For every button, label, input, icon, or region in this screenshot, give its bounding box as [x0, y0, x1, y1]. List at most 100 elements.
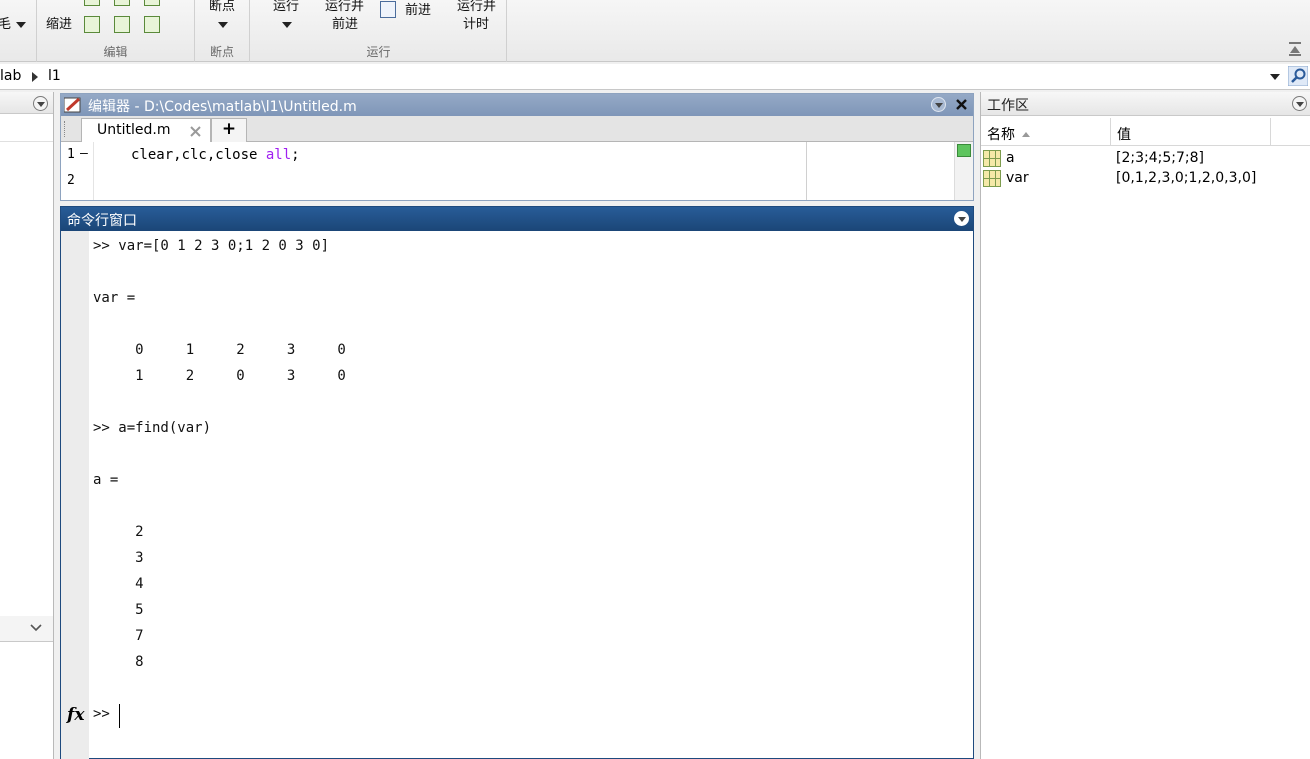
code-line[interactable]: clear,clc,close all; — [131, 147, 300, 163]
code-text: clear,clc,close — [131, 147, 266, 163]
indent-decrease-icon[interactable] — [144, 16, 160, 33]
panel-actions-icon[interactable] — [33, 96, 48, 111]
close-icon[interactable] — [955, 98, 968, 111]
command-line: 1 2 0 3 0 — [93, 368, 346, 384]
line-number: 1 — [67, 147, 75, 162]
breakpoint-section: 断点 断点 — [195, 0, 250, 62]
workspace-title: 工作区 — [987, 98, 1029, 114]
workspace-actions-icon[interactable] — [1292, 96, 1307, 111]
variable-value: [2;3;4;5;7;8] — [1116, 150, 1204, 166]
column-header-name[interactable]: 名称 — [981, 118, 1111, 146]
advance-icon[interactable] — [380, 1, 396, 18]
command-line: 5 — [93, 602, 144, 618]
toolstrip: 毛 缩进 编辑 断点 断点 运行 运行并 前进 前进 运行并 计时 运行 — [0, 0, 1310, 62]
comment-icon[interactable] — [84, 16, 100, 33]
tab-untitled[interactable]: Untitled.m — [81, 118, 211, 142]
current-folder-bar[interactable]: lab l1 — [0, 64, 1310, 90]
run-time-button-line1[interactable]: 运行并 — [457, 0, 496, 15]
variable-name: a — [1006, 150, 1015, 166]
breakpoint-button[interactable]: 断点 — [209, 0, 235, 15]
command-window-actions-icon[interactable] — [954, 211, 969, 226]
variable-row[interactable]: a [2;3;4;5;7;8] — [981, 149, 1310, 169]
analyzer-status-icon[interactable] — [957, 144, 971, 157]
collapse-toolstrip-icon[interactable] — [1288, 42, 1302, 56]
run-button[interactable]: 运行 — [273, 0, 299, 15]
chevron-down-icon[interactable] — [30, 624, 42, 632]
editor-titlebar: 编辑器 - D:\Codes\matlab\l1\Untitled.m — [61, 94, 973, 116]
command-line: 0 1 2 3 0 — [93, 342, 346, 358]
command-line: >> a=find(var) — [93, 420, 212, 436]
right-margin-line — [806, 142, 807, 200]
workspace-header: 工作区 — [981, 92, 1310, 116]
editor-tab-bar: Untitled.m + — [61, 116, 973, 142]
command-line: a = — [93, 472, 119, 488]
gutter-divider — [93, 142, 94, 200]
indent-increase-icon[interactable] — [114, 16, 130, 33]
variable-row[interactable]: var [0,1,2,3,0;1,2,0,3,0] — [981, 169, 1310, 189]
new-tab-button[interactable]: + — [211, 118, 247, 142]
column-header-extra — [1271, 118, 1310, 146]
line-number: 2 — [67, 173, 75, 188]
smart-indent-icon[interactable] — [84, 0, 100, 6]
function-browser-icon[interactable]: fx — [67, 705, 84, 725]
edit-section: 缩进 编辑 — [37, 0, 195, 62]
editor-actions-icon[interactable] — [931, 97, 946, 112]
search-icon[interactable] — [1288, 66, 1308, 86]
column-header-value[interactable]: 值 — [1111, 118, 1271, 146]
run-dropdown-icon[interactable] — [282, 22, 292, 28]
tab-grip[interactable] — [64, 121, 66, 137]
code-string: all — [265, 147, 292, 163]
code-tail: ; — [291, 147, 300, 163]
current-folder-panel — [0, 92, 54, 759]
column-name-label: 名称 — [987, 127, 1015, 143]
wrap-icon[interactable] — [114, 0, 130, 6]
breakpoint-dropdown-icon[interactable] — [218, 22, 228, 28]
run-section-label: 运行 — [366, 45, 391, 59]
breadcrumb-separator-icon — [32, 72, 38, 82]
breadcrumb-folder-current[interactable]: l1 — [48, 68, 61, 84]
matrix-variable-icon — [983, 170, 1001, 187]
variable-value: [0,1,2,3,0;1,2,0,3,0] — [1116, 170, 1257, 186]
current-folder-header — [0, 92, 53, 114]
chevron-down-icon[interactable] — [16, 22, 26, 28]
run-advance-button-line2[interactable]: 前进 — [332, 16, 358, 33]
command-window: 命令行窗口 >> var=[0 1 2 3 0;1 2 0 3 0] var =… — [60, 206, 974, 759]
command-window-title: 命令行窗口 — [67, 213, 137, 229]
details-header[interactable] — [0, 616, 53, 642]
tab-label: Untitled.m — [97, 122, 171, 138]
command-line: 2 — [93, 524, 144, 540]
executable-line-marker[interactable]: — — [80, 146, 88, 161]
editor-pencil-icon — [64, 97, 81, 113]
run-time-button-line2[interactable]: 计时 — [463, 16, 489, 33]
breadcrumb-folder[interactable]: lab — [0, 68, 21, 84]
editor-title-text: 编辑器 - D:\Codes\matlab\l1\Untitled.m — [88, 99, 357, 115]
command-window-titlebar: 命令行窗口 — [61, 207, 973, 231]
tab-close-icon[interactable] — [190, 126, 201, 137]
partial-button-label[interactable]: 毛 — [0, 16, 11, 33]
editor-window: 编辑器 - D:\Codes\matlab\l1\Untitled.m Unti… — [60, 93, 974, 201]
command-input[interactable] — [115, 703, 965, 729]
command-line: var = — [93, 290, 136, 306]
command-line: >> var=[0 1 2 3 0;1 2 0 3 0] — [93, 238, 330, 254]
divider — [0, 141, 53, 142]
breakpoint-section-label: 断点 — [209, 45, 234, 59]
command-gutter — [61, 231, 89, 759]
toolstrip-partial-section: 毛 — [0, 0, 37, 62]
command-line: 4 — [93, 576, 144, 592]
run-section: 运行 运行并 前进 前进 运行并 计时 运行 — [250, 0, 507, 62]
command-prompt: >> — [93, 706, 110, 722]
command-line: 7 — [93, 628, 144, 644]
indent-button[interactable]: 缩进 — [46, 16, 72, 33]
matrix-variable-icon — [983, 150, 1001, 167]
address-dropdown-icon[interactable] — [1270, 74, 1280, 80]
uncomment-icon[interactable] — [144, 0, 160, 6]
variable-name: var — [1006, 170, 1029, 186]
workspace-panel: 工作区 名称 值 a [2;3;4;5;7;8] var [0,1,2,3,0;… — [980, 92, 1310, 759]
sort-ascending-icon[interactable] — [1022, 132, 1031, 137]
advance-button[interactable]: 前进 — [405, 2, 431, 19]
code-analyzer-bar[interactable] — [954, 142, 973, 200]
run-advance-button-line1[interactable]: 运行并 — [325, 0, 364, 15]
code-editor[interactable]: 1 — clear,clc,close all; 2 — [61, 142, 973, 200]
column-value-label: 值 — [1117, 127, 1131, 143]
edit-section-label: 编辑 — [103, 45, 128, 59]
